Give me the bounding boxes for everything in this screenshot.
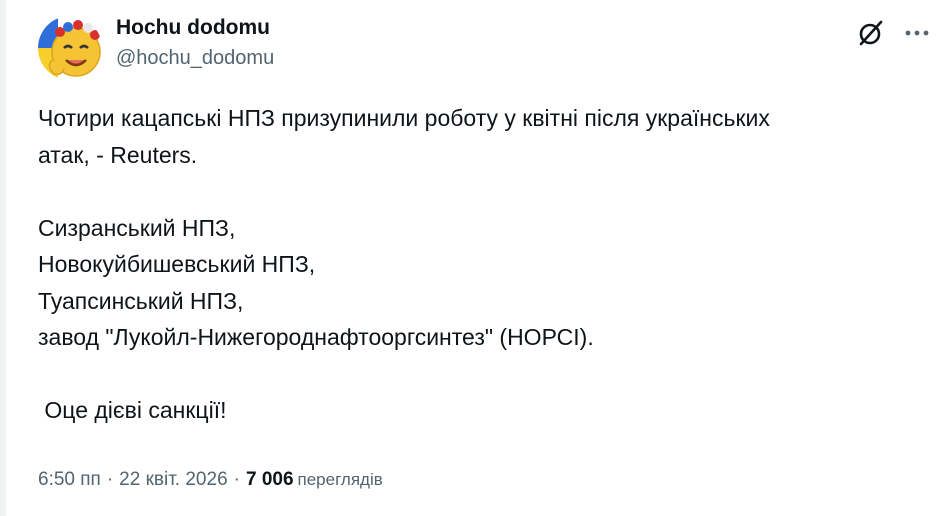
views-count: 7 006: [245, 469, 294, 490]
views-label: переглядів: [297, 470, 383, 489]
left-divider: [0, 0, 6, 516]
tweet-line: завод "Лукойл-Нижегороднафтооргсинтез" (…: [38, 324, 594, 350]
tweet-line: Оце дієві санкції!: [38, 397, 227, 423]
user-handle[interactable]: @hochu_dodomu: [116, 44, 274, 72]
separator-dot: ·: [106, 469, 114, 490]
more-dots-icon[interactable]: [902, 18, 932, 48]
tweet-line: Сизранський НПЗ,: [38, 214, 236, 241]
tweet-meta: 6:50 пп · 22 квіт. 2026 · 7 006 переглядів: [38, 466, 383, 494]
grok-slash-circle-icon[interactable]: [856, 18, 886, 48]
tweet-line: атак, - Reuters.: [38, 141, 198, 168]
post-time[interactable]: 6:50 пп: [38, 469, 101, 490]
post-date[interactable]: 22 квіт. 2026: [119, 469, 227, 490]
avatar[interactable]: [38, 16, 102, 80]
tweet-text: Чотири кацапські НПЗ призупинили роботу …: [38, 100, 928, 429]
tweet-line: Новокуйбишевський НПЗ,: [38, 251, 316, 277]
smiling-sun-avatar-icon: [38, 16, 102, 80]
display-name[interactable]: Hochu dodomu: [116, 14, 274, 42]
author-header: Hochu dodomu @hochu_dodomu: [116, 14, 274, 72]
tweet-line: Чотири кацапські НПЗ призупинили роботу …: [38, 105, 770, 131]
separator-dot: ·: [233, 469, 240, 490]
tweet-line: Туапсинський НПЗ,: [38, 287, 244, 314]
